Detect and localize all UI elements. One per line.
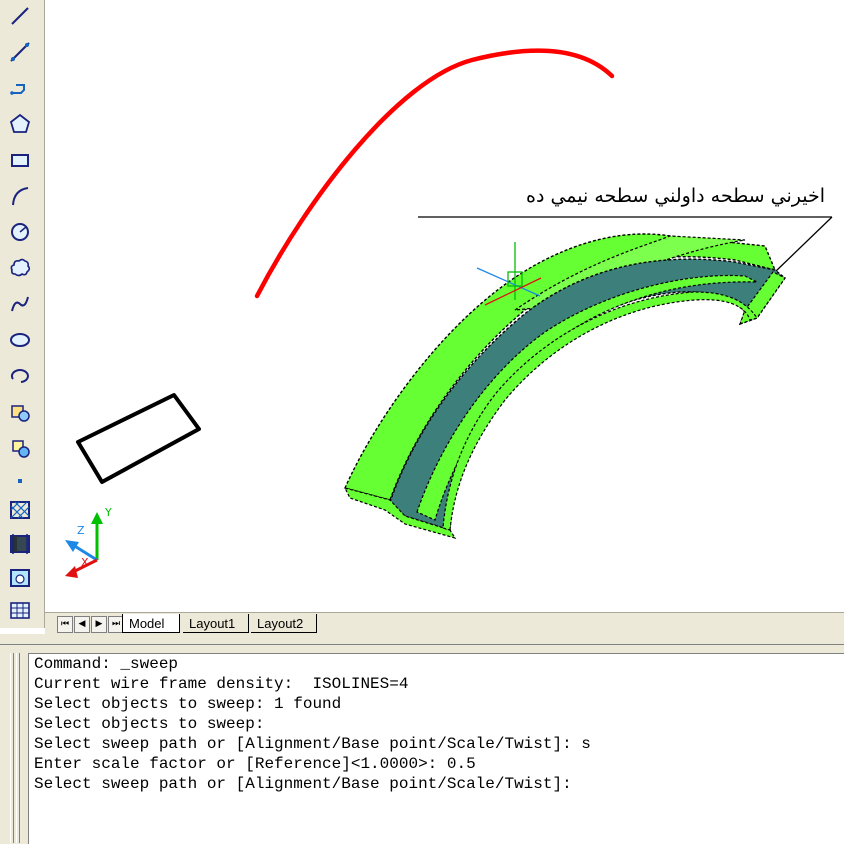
table-tool-button[interactable] xyxy=(6,597,34,625)
ellipse-tool-button[interactable] xyxy=(6,326,34,354)
hatch-tool-button[interactable] xyxy=(6,496,34,524)
gradient-tool-button[interactable] xyxy=(6,530,34,558)
ucs-y-arrow xyxy=(91,512,103,524)
rectangle-tool-button[interactable] xyxy=(6,146,34,174)
circle-tool-button[interactable] xyxy=(6,218,34,246)
command-window-grip[interactable] xyxy=(16,653,20,843)
draw-toolbar xyxy=(0,0,45,628)
hatch-icon xyxy=(10,501,30,519)
construction-line-tool-button[interactable] xyxy=(6,38,34,66)
polygon-icon xyxy=(9,113,31,133)
spline-icon xyxy=(11,296,29,312)
drawing-canvas[interactable]: اخيرني سطحه داولني سطحه نيمي ده Y Z X xyxy=(45,0,844,612)
revision-cloud-icon xyxy=(10,258,31,277)
next-tab-button[interactable]: ▶ xyxy=(91,616,107,633)
line-icon xyxy=(11,7,29,25)
make-block-tool-button[interactable] xyxy=(6,434,34,462)
swept-solid[interactable] xyxy=(343,233,786,539)
ellipse-arc-tool-button[interactable] xyxy=(6,362,34,390)
previous-tab-button[interactable]: ◀ xyxy=(74,616,90,633)
construction-line-icon xyxy=(10,42,30,62)
annotation-leader xyxy=(774,216,833,273)
command-window-splitter[interactable] xyxy=(0,634,844,645)
command-prompt-line[interactable]: Select sweep path or [Alignment/Base poi… xyxy=(34,774,844,794)
command-line: Current wire frame density: ISOLINES=4 xyxy=(34,675,409,693)
command-line: Select objects to sweep: xyxy=(34,715,265,733)
layout-tab-bar: ⏮ ◀ ▶ ⏭ Model Layout1 Layout2 xyxy=(45,612,844,635)
polyline-tool-button[interactable] xyxy=(6,74,34,102)
ucs-icon: Y Z X xyxy=(65,506,112,578)
point-tool-button[interactable] xyxy=(6,467,34,495)
ellipse-icon xyxy=(10,333,30,347)
region-icon xyxy=(10,569,30,587)
tab-layout2[interactable]: Layout2 xyxy=(251,614,317,633)
command-history[interactable]: Command: _sweep Current wire frame densi… xyxy=(28,653,844,844)
insert-block-tool-button[interactable] xyxy=(6,398,34,426)
insert-block-icon xyxy=(11,405,30,422)
polyline-icon xyxy=(10,84,25,95)
arc-tool-button[interactable] xyxy=(6,182,34,210)
table-icon xyxy=(10,602,30,619)
command-line: Command: _sweep xyxy=(34,655,179,673)
command-window-grip[interactable] xyxy=(10,653,14,843)
line-tool-button[interactable] xyxy=(6,2,34,30)
region-tool-button[interactable] xyxy=(6,564,34,592)
make-block-icon xyxy=(12,440,30,458)
revision-cloud-tool-button[interactable] xyxy=(6,254,34,282)
ucs-y-label: Y xyxy=(104,506,112,519)
command-line: Select sweep path or [Alignment/Base poi… xyxy=(34,735,591,753)
arabic-annotation: اخيرني سطحه داولني سطحه نيمي ده xyxy=(526,185,825,207)
tab-model[interactable]: Model xyxy=(122,614,180,633)
tab-layout1[interactable]: Layout1 xyxy=(183,614,249,633)
circle-icon xyxy=(11,223,29,241)
arc-icon xyxy=(12,187,29,206)
command-line: Enter scale factor or [Reference]<1.0000… xyxy=(34,755,476,773)
ucs-x-label: X xyxy=(81,556,89,569)
rectangle-icon xyxy=(11,154,29,167)
first-tab-button[interactable]: ⏮ xyxy=(57,616,73,633)
polygon-tool-button[interactable] xyxy=(6,110,34,138)
command-window: Command: _sweep Current wire frame densi… xyxy=(0,645,844,844)
command-line: Select objects to sweep: 1 found xyxy=(34,695,342,713)
spline-tool-button[interactable] xyxy=(6,290,34,318)
gradient-icon xyxy=(10,534,30,554)
profile-rectangle[interactable] xyxy=(76,393,201,484)
ucs-z-label: Z xyxy=(77,524,85,537)
model-space-viewport[interactable]: اخيرني سطحه داولني سطحه نيمي ده Y Z X xyxy=(45,0,844,612)
point-icon xyxy=(18,479,22,483)
ellipse-arc-icon xyxy=(10,369,29,383)
ucs-x-arrow xyxy=(65,566,78,578)
